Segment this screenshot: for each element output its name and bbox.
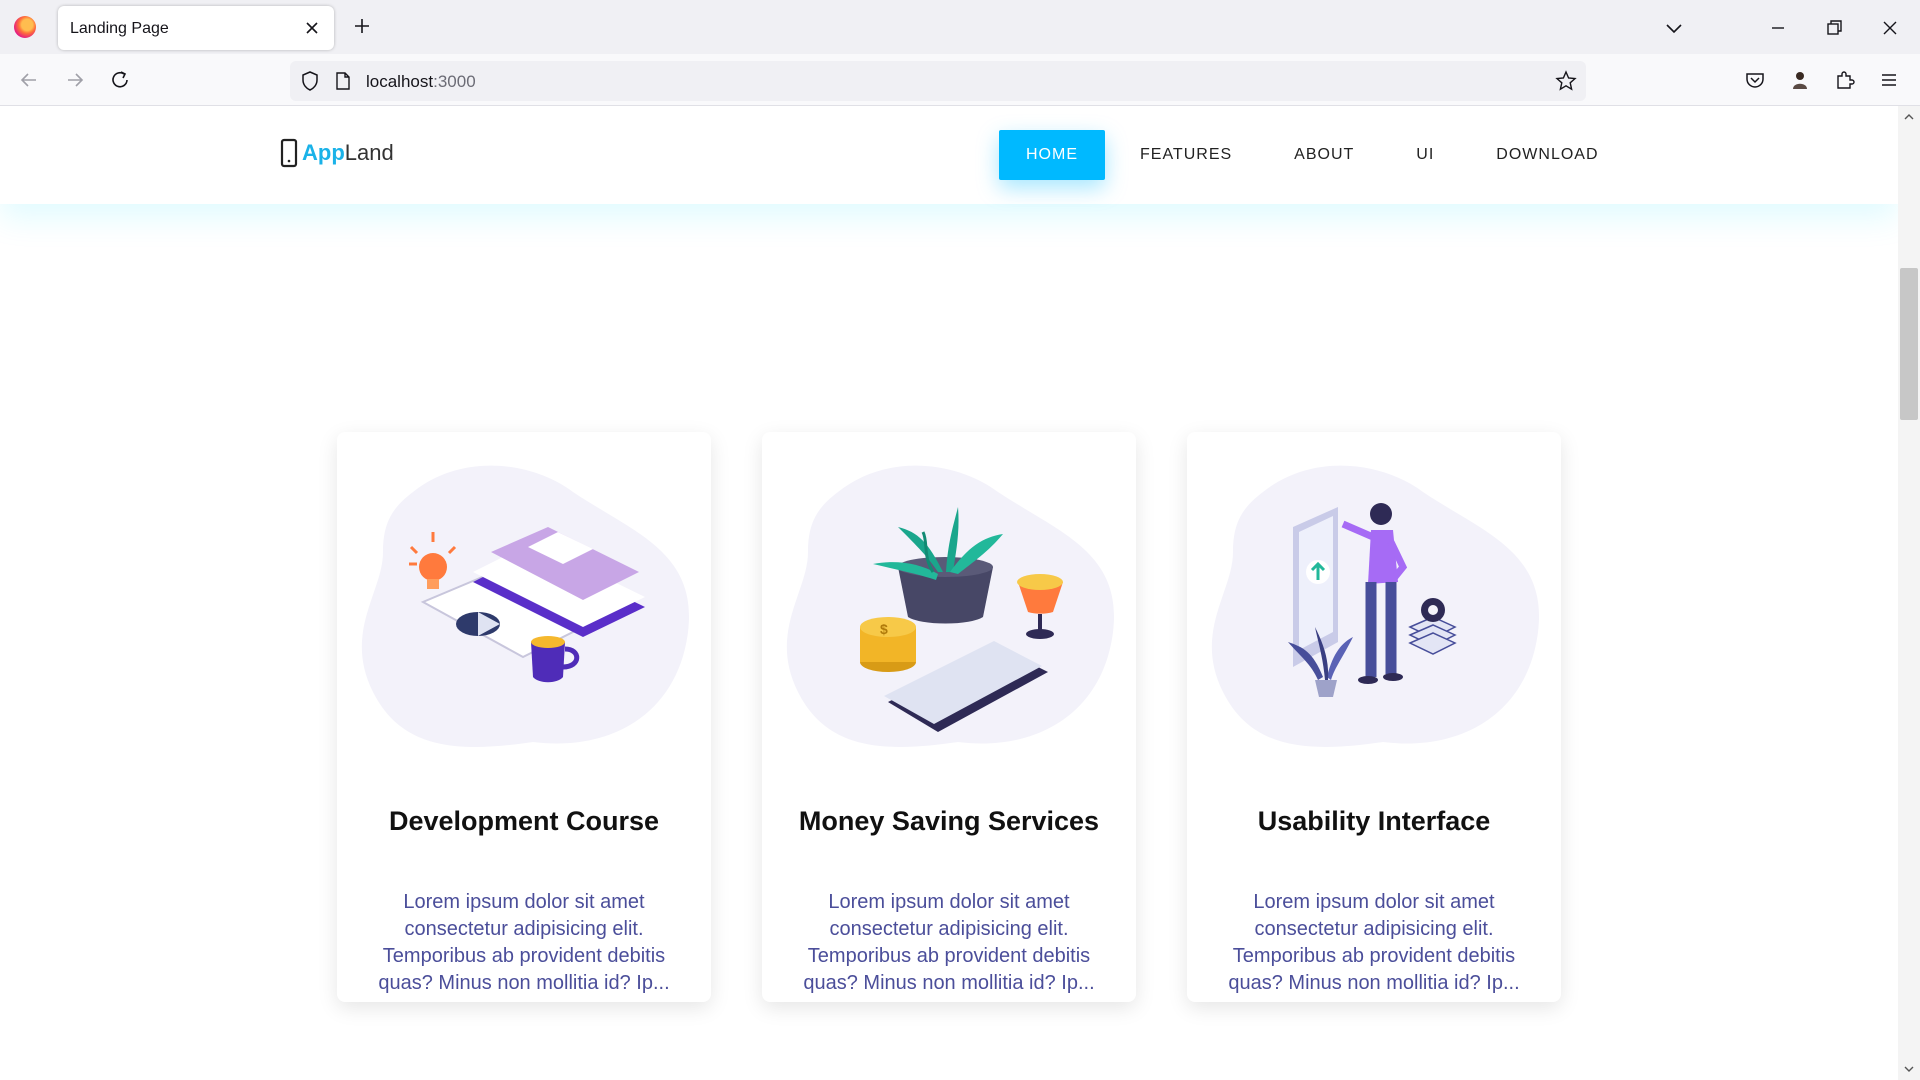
url-text[interactable]: localhost:3000 bbox=[366, 72, 476, 92]
account-avatar-icon[interactable] bbox=[1787, 67, 1813, 93]
site-header: App Land HOME FEATURES ABOUT UI DOWNLOAD bbox=[0, 106, 1898, 204]
page-viewport: AppLand HOME FEATURES ABOUT UI DOWNLOAD bbox=[0, 106, 1898, 1080]
extensions-icon[interactable] bbox=[1832, 67, 1858, 93]
scroll-up-icon[interactable] bbox=[1902, 110, 1916, 124]
firefox-icon bbox=[14, 16, 36, 38]
menu-item-download[interactable]: DOWNLOAD bbox=[1469, 130, 1625, 180]
page-icon bbox=[336, 72, 350, 90]
url-bar[interactable]: localhost:3000 bbox=[290, 61, 1586, 101]
card-title: Money Saving Services bbox=[798, 806, 1100, 836]
hamburger-menu-icon[interactable] bbox=[1876, 67, 1902, 93]
browser-tab-bar: Landing Page bbox=[0, 0, 1920, 54]
close-tab-icon[interactable] bbox=[300, 16, 324, 40]
browser-toolbar: localhost:3000 bbox=[0, 54, 1920, 106]
pocket-icon[interactable] bbox=[1742, 67, 1768, 93]
reload-icon[interactable] bbox=[107, 67, 133, 93]
browser-tab[interactable]: Landing Page bbox=[58, 6, 334, 50]
menu-item-features[interactable]: FEATURES bbox=[1113, 130, 1259, 180]
plant-coins-tablet-illustration: $ bbox=[786, 465, 1115, 747]
chevron-down-icon[interactable] bbox=[1662, 16, 1686, 40]
card-description: Lorem ipsum dolor sit amet consectetur a… bbox=[378, 891, 670, 994]
close-window-icon[interactable] bbox=[1876, 14, 1904, 42]
card-description: Lorem ipsum dolor sit amet consectetur a… bbox=[803, 891, 1095, 994]
card-title: Development Course bbox=[388, 806, 660, 836]
brand-land-text: Land bbox=[344, 140, 394, 165]
back-icon[interactable] bbox=[16, 67, 42, 93]
restore-icon[interactable] bbox=[1820, 14, 1848, 42]
card-description: Lorem ipsum dolor sit amet consectetur a… bbox=[1228, 891, 1520, 994]
card-title: Usability Interface bbox=[1257, 806, 1491, 836]
feature-card: Development Course Lorem ipsum dolor sit… bbox=[337, 432, 711, 1002]
scroll-down-icon[interactable] bbox=[1902, 1062, 1916, 1076]
scrollbar-thumb[interactable] bbox=[1900, 268, 1918, 420]
menu-item-home[interactable]: HOME bbox=[999, 130, 1105, 180]
shield-icon[interactable] bbox=[298, 69, 322, 93]
new-tab-icon[interactable] bbox=[350, 14, 374, 38]
brand-app-text: App bbox=[302, 140, 345, 165]
page-scrollbar[interactable] bbox=[1898, 106, 1920, 1080]
menu-item-ui[interactable]: UI bbox=[1389, 130, 1461, 180]
tab-title: Landing Page bbox=[70, 20, 169, 37]
feature-card: $ Money Saving Services Lorem ipsum dolo… bbox=[762, 432, 1136, 1002]
forward-icon[interactable] bbox=[62, 67, 88, 93]
star-icon[interactable] bbox=[1554, 69, 1578, 93]
brand-logo[interactable]: App Land bbox=[280, 136, 394, 170]
minimize-icon[interactable] bbox=[1764, 14, 1792, 42]
main-menu: HOME FEATURES ABOUT UI DOWNLOAD bbox=[999, 130, 1634, 180]
phone-icon bbox=[280, 138, 298, 168]
person-with-phone-illustration bbox=[1211, 465, 1540, 747]
feature-card: Usability Interface Lorem ipsum dolor si… bbox=[1187, 432, 1561, 1002]
svg-text:$: $ bbox=[880, 621, 888, 637]
menu-item-about[interactable]: ABOUT bbox=[1267, 130, 1381, 180]
books-and-coffee-illustration bbox=[361, 465, 690, 747]
